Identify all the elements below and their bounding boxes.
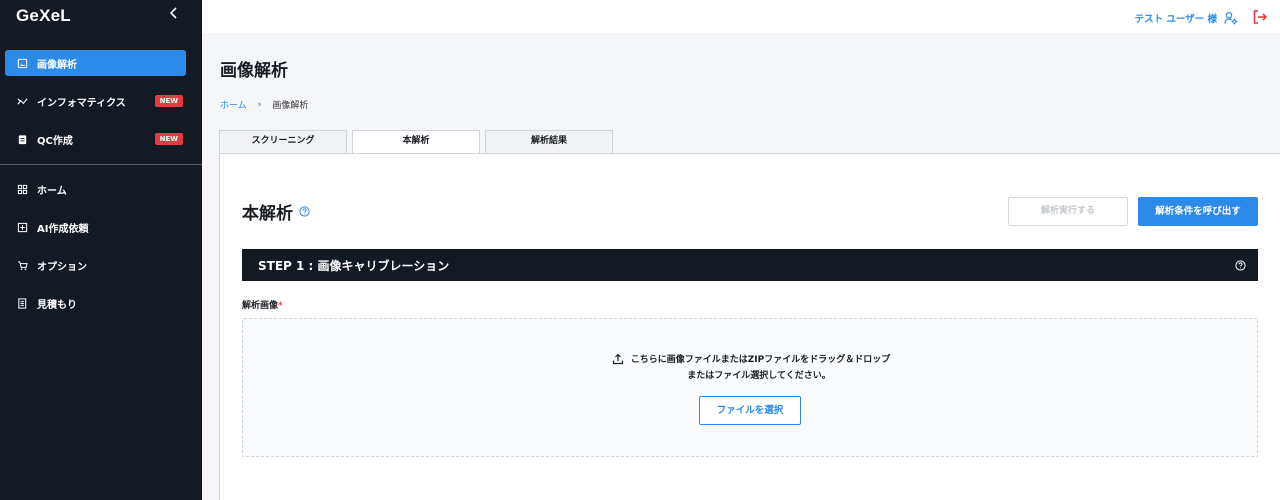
sidebar-item-label: インフォマティクス xyxy=(37,97,126,109)
step-title: STEP 1 : 画像キャリブレーション xyxy=(258,258,450,273)
sidebar-item-home[interactable]: ホーム xyxy=(5,176,186,202)
section-title-text: 本解析 xyxy=(242,204,293,224)
breadcrumb-current: 画像解析 xyxy=(272,101,309,111)
tab-main-analysis[interactable]: 本解析 xyxy=(352,130,480,154)
sidebar-item-estimate[interactable]: 見積もり xyxy=(5,290,186,316)
plus-square-icon xyxy=(16,221,28,233)
sidebar-divider xyxy=(0,164,202,165)
sidebar-item-qc[interactable]: QC作成 NEW xyxy=(5,126,186,152)
sidebar-item-label: 見積もり xyxy=(37,299,77,311)
select-file-button[interactable]: ファイルを選択 xyxy=(699,396,801,425)
new-badge: NEW xyxy=(154,133,183,145)
page-title: 画像解析 xyxy=(220,61,288,81)
cart-icon xyxy=(16,259,28,271)
help-icon[interactable] xyxy=(299,206,310,217)
chart-icon xyxy=(16,95,28,107)
new-badge: NEW xyxy=(154,95,183,107)
dropzone-text-2: またはファイル選択してください。 xyxy=(687,371,831,381)
analysis-image-label: 解析画像* xyxy=(242,298,283,311)
run-analysis-button[interactable]: 解析実行する xyxy=(1008,197,1128,226)
sidebar-item-options[interactable]: オプション xyxy=(5,252,186,278)
chevron-left-icon xyxy=(169,7,177,19)
user-settings-icon[interactable] xyxy=(1224,10,1238,25)
breadcrumb-home-link[interactable]: ホーム xyxy=(220,98,247,111)
grid-icon xyxy=(16,183,28,195)
load-conditions-button[interactable]: 解析条件を呼び出す xyxy=(1138,197,1258,226)
sidebar-item-ai-request[interactable]: AI作成依頼 xyxy=(5,214,186,240)
logout-icon[interactable] xyxy=(1252,9,1268,25)
tab-analysis-results[interactable]: 解析結果 xyxy=(485,130,613,153)
dropzone-instruction: こちらに画像ファイルまたはZIPファイルをドラッグ＆ドロップ xyxy=(243,352,1259,365)
file-dropzone[interactable]: こちらに画像ファイルまたはZIPファイルをドラッグ＆ドロップ またはファイル選択… xyxy=(242,318,1258,457)
required-mark: * xyxy=(278,301,283,311)
app-logo[interactable]: GeXeL xyxy=(16,6,71,26)
clipboard-icon xyxy=(16,133,28,145)
sidebar-item-label: ホーム xyxy=(37,185,67,197)
step-header: STEP 1 : 画像キャリブレーション xyxy=(242,249,1258,281)
document-icon xyxy=(16,297,28,309)
sidebar-item-label: AI作成依頼 xyxy=(37,223,89,235)
breadcrumb: ホーム › 画像解析 xyxy=(220,98,309,112)
upload-icon xyxy=(612,353,624,365)
section-title: 本解析 xyxy=(242,199,310,224)
sidebar-item-informatics[interactable]: インフォマティクス NEW xyxy=(5,88,186,114)
breadcrumb-separator: › xyxy=(257,99,262,110)
sidebar-item-label: オプション xyxy=(37,261,87,273)
tab-screening[interactable]: スクリーニング xyxy=(219,130,347,153)
sidebar: GeXeL 画像解析 インフォマティクス NEW QC作成 NEW ホーム AI xyxy=(0,0,202,500)
step-help-icon[interactable] xyxy=(1235,260,1246,271)
sidebar-item-image-analysis[interactable]: 画像解析 xyxy=(5,50,186,76)
sidebar-item-label: QC作成 xyxy=(37,135,73,147)
user-name[interactable]: テスト ユーザー 様 xyxy=(1135,11,1217,25)
sidebar-collapse-button[interactable] xyxy=(166,6,182,24)
dropzone-text-1: こちらに画像ファイルまたはZIPファイルをドラッグ＆ドロップ xyxy=(630,355,891,365)
top-bar: テスト ユーザー 様 xyxy=(202,0,1280,33)
image-icon xyxy=(16,57,28,69)
field-label-text: 解析画像 xyxy=(242,301,279,311)
sidebar-item-label: 画像解析 xyxy=(37,59,77,71)
